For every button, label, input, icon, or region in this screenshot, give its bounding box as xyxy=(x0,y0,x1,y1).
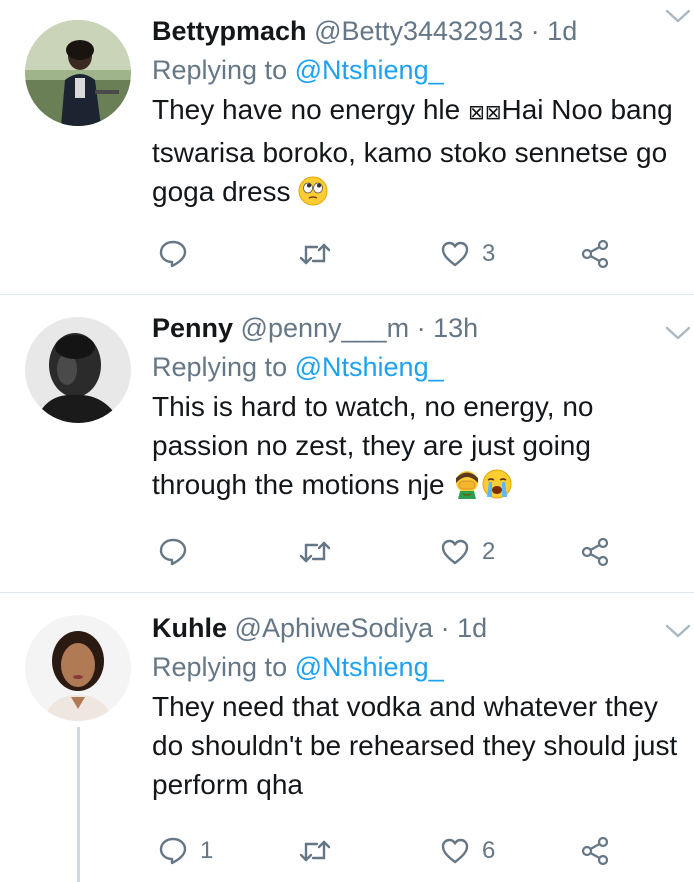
display-name[interactable]: Bettypmach xyxy=(152,16,307,46)
share-icon xyxy=(580,537,610,567)
replying-prefix: Replying to xyxy=(152,55,288,85)
like-button[interactable]: 6 xyxy=(440,831,495,871)
tweet-text: This is hard to watch, no energy, no pas… xyxy=(152,387,692,504)
tweet-actions: 3 xyxy=(152,234,622,274)
share-button[interactable] xyxy=(580,234,610,274)
retweet-button[interactable] xyxy=(298,532,344,572)
tweet-text: They have no energy hle ⊠⊠Hai Noo bang t… xyxy=(152,90,692,211)
retweet-button[interactable] xyxy=(298,831,344,871)
tweet-header: Kuhle @AphiweSodiya · 1d xyxy=(152,611,674,645)
replying-to: Replying to @Ntshieng_ xyxy=(152,52,674,88)
replying-to: Replying to @Ntshieng_ xyxy=(152,649,674,685)
timestamp[interactable]: 1d xyxy=(547,16,577,46)
reply-bubble-icon xyxy=(158,537,188,567)
missing-glyph: ⊠⊠ xyxy=(467,102,502,124)
reply-count: 1 xyxy=(200,837,214,864)
user-handle[interactable]: @AphiweSodiya xyxy=(235,613,434,643)
tweet-header: Penny @penny___m · 13h xyxy=(152,311,674,345)
man-facepalming-emoji xyxy=(452,469,482,499)
avatar[interactable] xyxy=(25,20,131,126)
tweet-text: They need that vodka and whatever they d… xyxy=(152,691,678,800)
separator-dot: · xyxy=(530,16,540,46)
face-with-rolling-eyes-emoji xyxy=(298,176,328,206)
like-count: 6 xyxy=(482,837,496,864)
retweet-button[interactable] xyxy=(298,234,344,274)
retweet-icon xyxy=(298,239,332,269)
chevron-down-icon[interactable] xyxy=(664,621,692,641)
mention-link[interactable]: @Ntshieng_ xyxy=(295,652,444,682)
mention-link[interactable]: @Ntshieng_ xyxy=(295,55,444,85)
display-name[interactable]: Penny xyxy=(152,313,233,343)
replying-to: Replying to @Ntshieng_ xyxy=(152,349,674,385)
display-name[interactable]: Kuhle xyxy=(152,613,227,643)
tweet-actions: 2 xyxy=(152,532,622,572)
heart-icon xyxy=(440,836,470,866)
chevron-down-icon[interactable] xyxy=(664,323,692,343)
share-button[interactable] xyxy=(580,532,610,572)
mention-link[interactable]: @Ntshieng_ xyxy=(295,352,444,382)
separator-dot: · xyxy=(440,613,450,643)
user-handle[interactable]: @penny___m xyxy=(241,313,410,343)
heart-icon xyxy=(440,239,470,269)
chevron-down-icon[interactable] xyxy=(664,6,692,26)
avatar[interactable] xyxy=(25,317,131,423)
reply-bubble-icon xyxy=(158,239,188,269)
replying-prefix: Replying to xyxy=(152,352,288,382)
like-count: 2 xyxy=(482,538,496,565)
like-count: 3 xyxy=(482,240,496,267)
avatar[interactable] xyxy=(25,615,131,721)
retweet-icon xyxy=(298,836,332,866)
timestamp[interactable]: 13h xyxy=(433,313,478,343)
reply-bubble-icon xyxy=(158,836,188,866)
tweet-text-body: This is hard to watch, no energy, no pas… xyxy=(152,391,594,500)
like-button[interactable]: 2 xyxy=(440,532,495,572)
tweet-text-start: They have no energy hle xyxy=(152,94,468,125)
replying-prefix: Replying to xyxy=(152,652,288,682)
thread-line xyxy=(77,727,80,882)
tweet-kuhle[interactable]: Kuhle @AphiweSodiya · 1d Replying to @Nt… xyxy=(0,593,694,882)
like-button[interactable]: 3 xyxy=(440,234,495,274)
tweet-actions: 1 6 xyxy=(152,831,622,871)
timestamp[interactable]: 1d xyxy=(457,613,487,643)
share-button[interactable] xyxy=(580,831,610,871)
retweet-icon xyxy=(298,537,332,567)
share-icon xyxy=(580,836,610,866)
loudly-crying-face-emoji xyxy=(482,469,512,499)
tweet-bettypmach[interactable]: Bettypmach @Betty34432913 · 1d Replying … xyxy=(0,0,694,295)
share-icon xyxy=(580,239,610,269)
user-handle[interactable]: @Betty34432913 xyxy=(314,16,523,46)
heart-icon xyxy=(440,537,470,567)
reply-button[interactable] xyxy=(158,532,200,572)
reply-button[interactable] xyxy=(158,234,200,274)
tweet-penny[interactable]: Penny @penny___m · 13h Replying to @Ntsh… xyxy=(0,295,694,593)
tweet-header: Bettypmach @Betty34432913 · 1d xyxy=(152,14,674,48)
reply-button[interactable]: 1 xyxy=(158,831,213,871)
separator-dot: · xyxy=(416,313,426,343)
